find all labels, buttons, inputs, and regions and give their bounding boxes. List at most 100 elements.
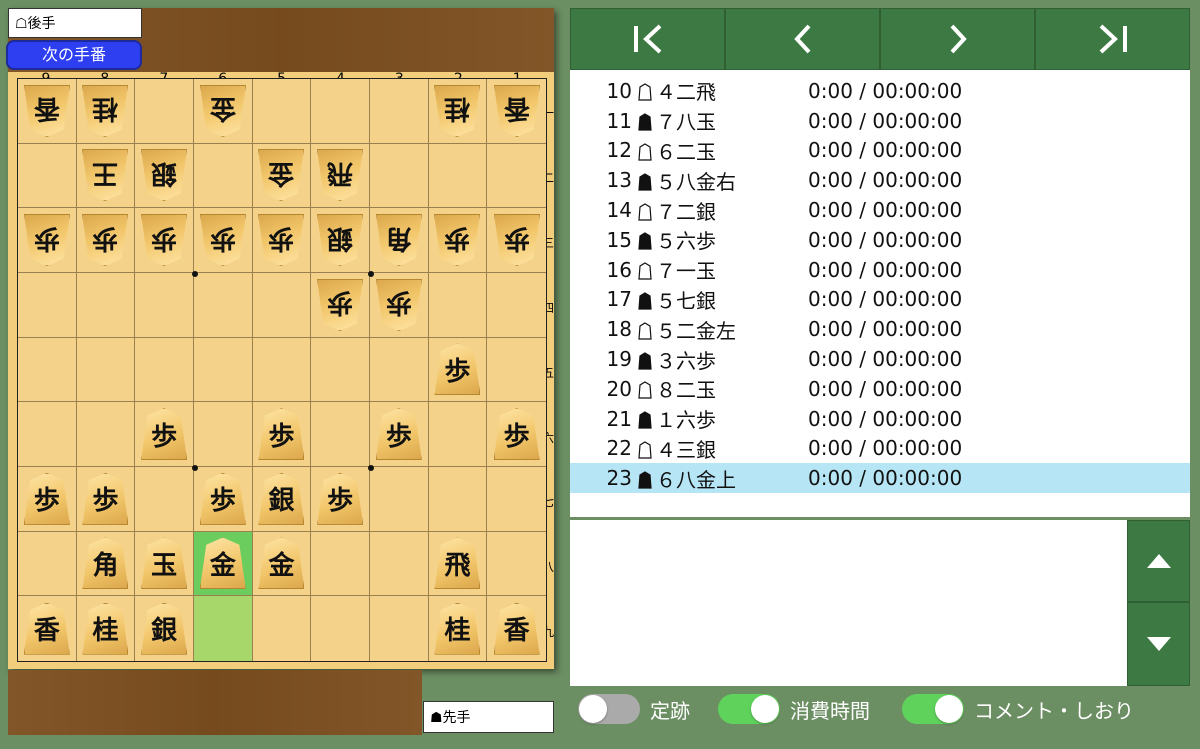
board-square[interactable]: 桂 xyxy=(429,596,488,661)
previous-move-button[interactable] xyxy=(725,8,880,70)
board-square[interactable]: 香 xyxy=(18,596,77,661)
board-square[interactable] xyxy=(135,466,194,532)
board-square[interactable] xyxy=(370,531,429,597)
gote-piece[interactable]: 香 xyxy=(24,85,70,137)
board-square[interactable]: 銀 xyxy=(311,208,370,273)
move-row[interactable]: 11 ７八玉 0:00 / 00:00:00 xyxy=(570,106,1190,136)
board-square[interactable]: 角 xyxy=(76,531,136,597)
board-square[interactable]: 歩 xyxy=(428,208,488,273)
board-square[interactable] xyxy=(311,79,370,144)
board-square[interactable] xyxy=(253,596,312,661)
board-square[interactable]: 飛 xyxy=(428,531,488,597)
sente-piece[interactable]: 歩 xyxy=(141,408,187,460)
board-square[interactable] xyxy=(252,337,312,403)
board-square[interactable]: 歩 xyxy=(311,466,370,532)
sente-piece[interactable]: 歩 xyxy=(317,473,363,525)
board-square[interactable]: 香 xyxy=(487,79,546,144)
move-row[interactable]: 22 ４三銀 0:00 / 00:00:00 xyxy=(570,434,1190,464)
gote-piece[interactable]: 歩 xyxy=(24,214,70,266)
board-square[interactable] xyxy=(194,337,253,403)
move-row[interactable]: 21 １六歩 0:00 / 00:00:00 xyxy=(570,404,1190,434)
gote-piece[interactable]: 桂 xyxy=(434,85,480,137)
board-square[interactable]: 銀 xyxy=(252,466,312,532)
board-square[interactable]: 歩 xyxy=(18,208,77,273)
board-square[interactable] xyxy=(428,272,488,338)
move-row[interactable]: 16 ７一玉 0:00 / 00:00:00 xyxy=(570,255,1190,285)
board-square[interactable]: 銀 xyxy=(135,596,194,661)
gote-piece[interactable]: 銀 xyxy=(317,214,363,266)
gote-piece[interactable]: 香 xyxy=(494,85,540,137)
board-square[interactable] xyxy=(76,402,136,467)
gote-piece[interactable]: 角 xyxy=(376,214,422,266)
board-square[interactable] xyxy=(18,402,77,467)
sente-piece[interactable]: 金 xyxy=(200,537,246,589)
board-square[interactable] xyxy=(252,272,312,338)
next-move-button[interactable] xyxy=(880,8,1035,70)
board-square[interactable]: 歩 xyxy=(135,402,194,467)
board-square[interactable]: 歩 xyxy=(370,402,429,467)
move-row[interactable]: 14 ７二銀 0:00 / 00:00:00 xyxy=(570,195,1190,225)
move-record-list[interactable]: 10 ４二飛 0:00 / 00:00:00 11 ７八玉 0:00 / 00:00:00… xyxy=(570,70,1190,517)
board-square[interactable]: 金 xyxy=(252,531,312,597)
gote-piece[interactable]: 歩 xyxy=(434,214,480,266)
time-toggle-group[interactable]: 消費時間 xyxy=(718,692,870,726)
board-square[interactable]: 歩 xyxy=(76,208,136,273)
sente-piece[interactable]: 桂 xyxy=(434,603,480,655)
board-square[interactable]: 歩 xyxy=(135,208,194,273)
board-square[interactable] xyxy=(428,143,488,209)
move-row[interactable]: 13 ５八金右 0:00 / 00:00:00 xyxy=(570,165,1190,195)
sente-piece[interactable]: 歩 xyxy=(494,408,540,460)
board-square[interactable]: 飛 xyxy=(311,143,370,209)
board-square[interactable] xyxy=(18,531,77,597)
board-square[interactable]: 桂 xyxy=(428,79,488,144)
move-row[interactable]: 12 ６二玉 0:00 / 00:00:00 xyxy=(570,136,1190,166)
scroll-down-button[interactable] xyxy=(1127,602,1190,686)
move-row[interactable]: 18 ５二金左 0:00 / 00:00:00 xyxy=(570,314,1190,344)
sente-piece[interactable]: 桂 xyxy=(82,603,128,655)
board-square[interactable] xyxy=(135,79,194,144)
sente-piece[interactable]: 香 xyxy=(24,603,70,655)
board-square[interactable]: 歩 xyxy=(194,208,253,273)
board-square[interactable]: 歩 xyxy=(311,272,370,338)
comment-toggle-group[interactable]: コメント・しおり xyxy=(902,692,1134,726)
sente-piece[interactable]: 歩 xyxy=(24,473,70,525)
board-square[interactable]: 歩 xyxy=(487,402,546,467)
comment-bookmark-toggle[interactable] xyxy=(902,694,964,724)
scroll-up-button[interactable] xyxy=(1127,520,1190,602)
sente-piece[interactable]: 香 xyxy=(494,603,540,655)
board-square[interactable] xyxy=(18,143,77,209)
sente-piece[interactable]: 玉 xyxy=(141,537,187,589)
gote-piece[interactable]: 飛 xyxy=(317,149,363,201)
board-square[interactable]: 王 xyxy=(76,143,136,209)
gote-piece[interactable]: 歩 xyxy=(376,279,422,331)
board-square[interactable]: 銀 xyxy=(135,143,194,209)
sente-piece[interactable]: 飛 xyxy=(434,537,480,589)
move-row[interactable]: 15 ５六歩 0:00 / 00:00:00 xyxy=(570,225,1190,255)
board-square[interactable] xyxy=(370,466,429,532)
board-square[interactable] xyxy=(252,79,312,144)
gote-piece[interactable]: 金 xyxy=(258,149,304,201)
board-square[interactable]: 歩 xyxy=(370,272,429,338)
board-square[interactable]: 歩 xyxy=(18,466,77,532)
board-square[interactable]: 歩 xyxy=(252,402,312,467)
board-square[interactable] xyxy=(18,337,77,403)
board-square[interactable]: 金 xyxy=(252,143,312,209)
board-square[interactable] xyxy=(487,532,546,597)
sente-piece[interactable]: 銀 xyxy=(258,473,304,525)
board-square[interactable] xyxy=(194,272,253,338)
gote-piece[interactable]: 銀 xyxy=(141,149,187,201)
gote-piece[interactable]: 歩 xyxy=(200,214,246,266)
move-row[interactable]: 20 ８二玉 0:00 / 00:00:00 xyxy=(570,374,1190,404)
board-square[interactable] xyxy=(135,272,194,338)
time-consumption-toggle[interactable] xyxy=(718,694,780,724)
board-square[interactable] xyxy=(428,466,488,532)
board-square[interactable]: 歩 xyxy=(194,466,253,532)
board-square[interactable] xyxy=(76,272,136,338)
sente-piece[interactable]: 歩 xyxy=(434,343,480,395)
shogi-board[interactable]: 香桂金桂香王銀金飛歩歩歩歩歩銀角歩歩歩歩歩歩歩歩歩歩歩歩銀歩角玉金金飛香桂銀桂香 xyxy=(17,78,547,662)
sente-piece[interactable]: 歩 xyxy=(376,408,422,460)
move-row[interactable]: 17 ５七銀 0:00 / 00:00:00 xyxy=(570,285,1190,315)
gote-piece[interactable]: 歩 xyxy=(82,214,128,266)
sente-piece[interactable]: 歩 xyxy=(82,473,128,525)
move-row[interactable]: 23 ６八金上 0:00 / 00:00:00 xyxy=(570,463,1190,494)
